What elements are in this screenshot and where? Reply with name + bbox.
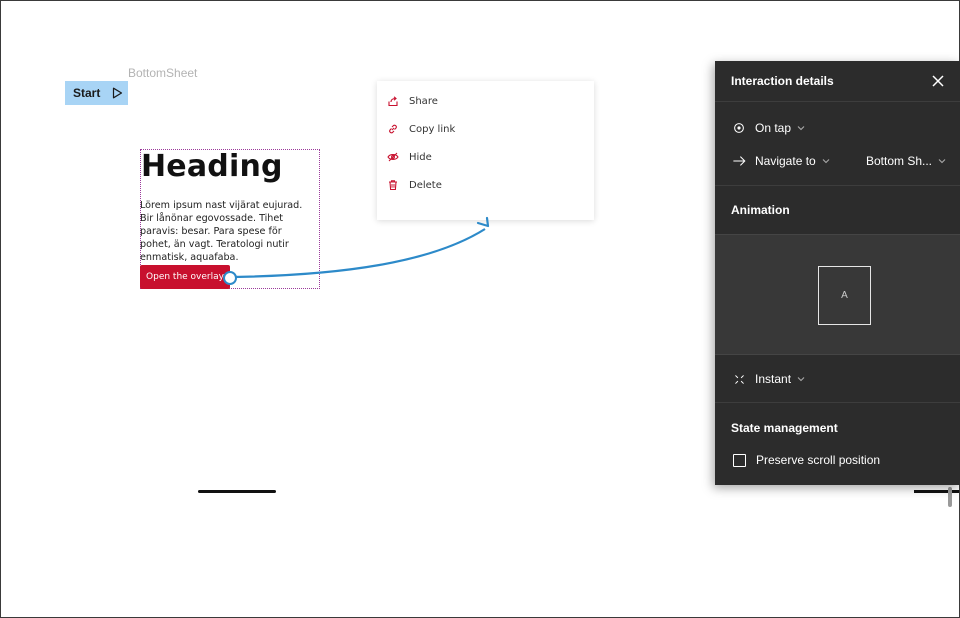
home-indicator [198,490,276,493]
menu-item-delete[interactable]: Delete [377,171,594,199]
preserve-scroll-option[interactable]: Preserve scroll position [733,453,880,467]
trigger-row: On tap [731,120,946,136]
state-management-section: State management Preserve scroll positio… [715,403,960,485]
tap-icon [731,120,747,136]
trash-icon [389,180,397,191]
state-management-title: State management [731,421,838,435]
trigger-dropdown[interactable]: On tap [755,121,805,135]
panel-title: Interaction details [731,74,834,88]
link-icon [389,124,397,134]
menu-item-label: Copy link [409,123,456,135]
chevron-down-icon [797,377,805,382]
start-flow-badge[interactable]: Start [65,81,128,105]
menu-item-label: Hide [409,151,432,163]
action-dropdown[interactable]: Navigate to [755,154,830,168]
trigger-value: On tap [755,121,792,135]
interaction-details-panel: Interaction details On tap Navigate to B… [715,61,960,485]
frame-name-label[interactable]: BottomSheet [128,66,197,80]
start-label: Start [73,86,101,100]
context-menu: Share Copy link Hide Delete [377,81,594,220]
chevron-down-icon [938,159,946,164]
play-icon [113,87,123,99]
transition-section: Instant [715,355,960,403]
chevron-down-icon [822,159,830,164]
action-row: Navigate to Bottom Sh... [731,153,946,169]
transition-dropdown[interactable]: Instant [755,372,805,386]
preserve-scroll-label: Preserve scroll position [756,453,881,467]
animation-preview-frame: A [818,266,871,325]
eye-off-icon [387,152,399,162]
action-value: Navigate to [755,154,816,168]
destination-dropdown[interactable]: Bottom Sh... [866,154,946,168]
instant-transition-icon [731,371,747,387]
home-indicator [914,490,959,493]
connection-start-handle[interactable] [223,271,237,285]
trigger-section: On tap Navigate to Bottom Sh... [715,102,960,186]
menu-item-label: Delete [409,179,442,191]
open-overlay-button[interactable]: Open the overlay [140,265,230,289]
menu-item-hide[interactable]: Hide [377,143,594,171]
close-icon[interactable] [930,73,946,89]
menu-item-share[interactable]: Share [377,87,594,115]
screen-body-text: Lörem ipsum nast vijärat eujurad. Bir lå… [140,200,303,263]
animation-section-title: Animation [731,203,790,217]
animation-preview: A [715,234,960,355]
chevron-down-icon [797,126,805,131]
transition-value: Instant [755,372,792,386]
transition-row: Instant [731,371,946,387]
menu-item-label: Share [409,95,438,107]
preview-label: A [841,290,848,301]
scrollbar-thumb[interactable] [948,487,952,507]
share-icon [388,96,398,107]
preserve-scroll-checkbox[interactable] [733,453,746,467]
screen-heading: Heading [141,149,283,184]
menu-item-copy-link[interactable]: Copy link [377,115,594,143]
destination-value: Bottom Sh... [865,154,932,168]
arrow-right-icon [731,153,747,169]
panel-header: Interaction details [715,61,960,102]
